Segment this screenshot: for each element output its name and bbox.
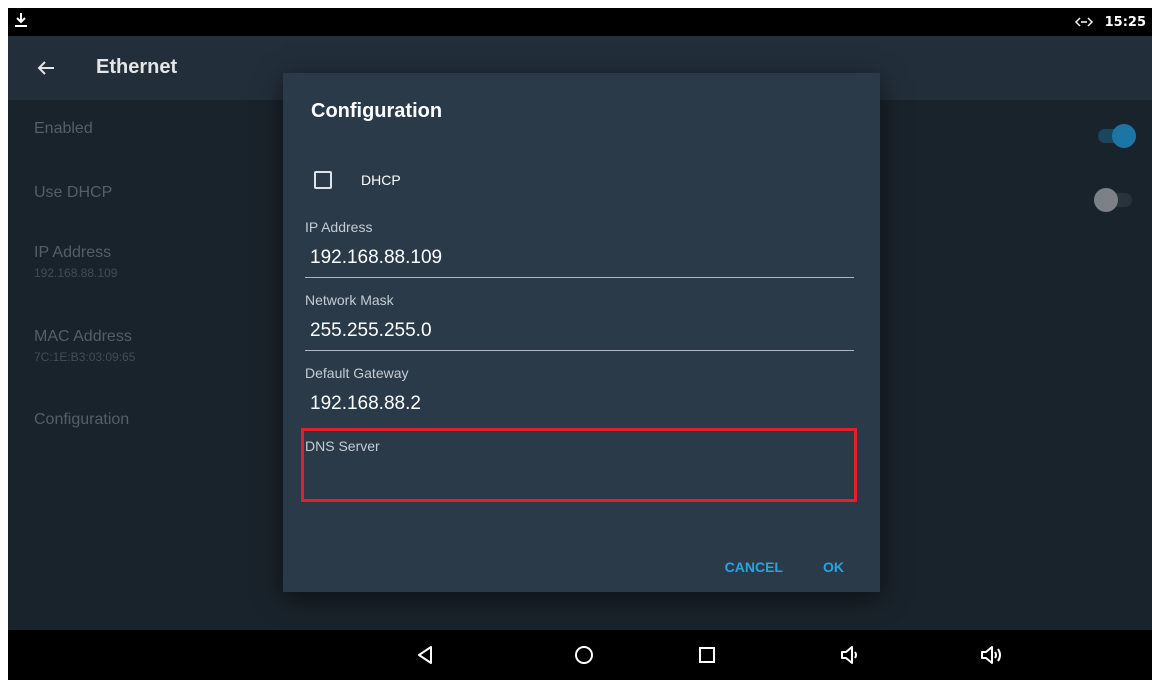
ip-address-input[interactable]: 192.168.88.109 (305, 247, 854, 271)
network-mask-field[interactable]: Network Mask 255.255.255.0 (305, 292, 854, 351)
volume-up-icon[interactable] (980, 643, 1004, 667)
status-time: 15:25 (1104, 14, 1146, 30)
ethernet-icon (1074, 17, 1093, 27)
field-label: IP Address (305, 219, 373, 235)
field-label: Network Mask (305, 292, 394, 308)
configuration-dialog: Configuration DHCP IP Address 192.168.88… (283, 73, 880, 592)
field-label: Default Gateway (305, 365, 409, 381)
volume-down-icon[interactable] (839, 643, 863, 667)
default-gateway-field[interactable]: Default Gateway 192.168.88.2 (305, 365, 854, 424)
device-screen: 15:25 Ethernet Enabled Use DHCP IP Addre… (8, 8, 1152, 680)
status-bar: 15:25 (8, 8, 1152, 36)
input-underline (305, 350, 854, 351)
recents-square-icon[interactable] (695, 643, 719, 667)
dhcp-checkbox[interactable] (314, 171, 332, 189)
ip-address-field[interactable]: IP Address 192.168.88.109 (305, 219, 854, 278)
ok-button[interactable]: OK (823, 559, 844, 575)
navigation-bar (8, 630, 1152, 680)
download-icon (15, 13, 27, 27)
default-gateway-input[interactable]: 192.168.88.2 (305, 393, 854, 417)
dialog-title: Configuration (311, 100, 443, 122)
home-circle-icon[interactable] (572, 643, 596, 667)
network-mask-input[interactable]: 255.255.255.0 (305, 320, 854, 344)
dns-server-highlight (301, 428, 857, 502)
dhcp-checkbox-row[interactable]: DHCP (314, 171, 401, 189)
cancel-button[interactable]: CANCEL (725, 559, 783, 575)
input-underline (305, 277, 854, 278)
dhcp-label: DHCP (361, 172, 401, 188)
input-underline (305, 423, 854, 424)
back-triangle-icon[interactable] (413, 643, 437, 667)
dialog-actions: CANCEL OK (725, 559, 844, 575)
